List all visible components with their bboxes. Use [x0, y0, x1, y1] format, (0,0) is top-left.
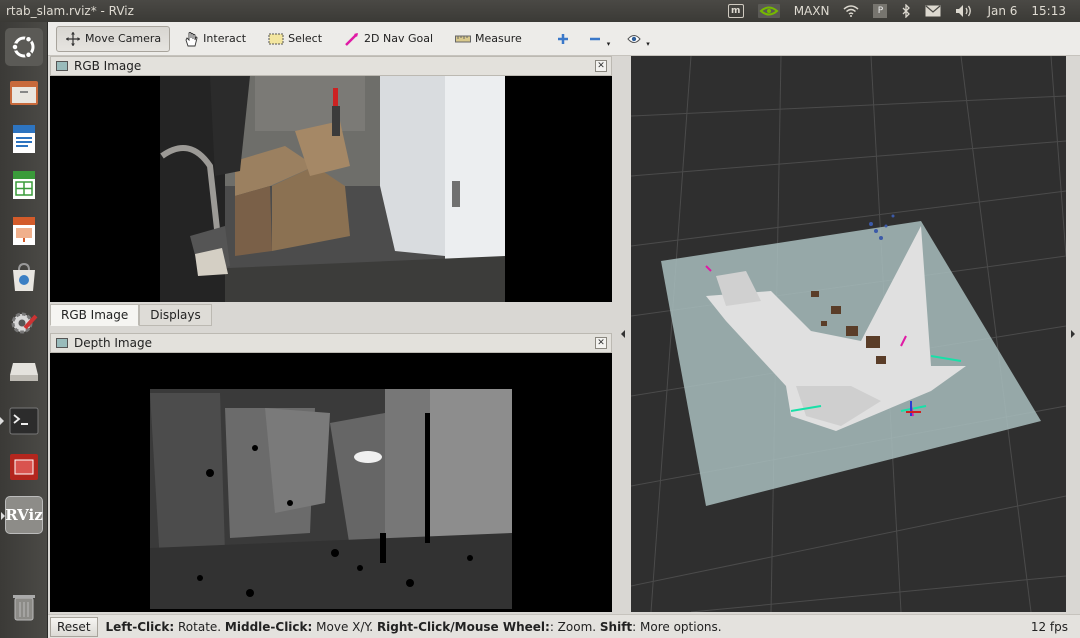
- close-icon[interactable]: ✕: [595, 60, 607, 72]
- select-icon: [268, 31, 284, 47]
- move-camera-button[interactable]: Move Camera: [56, 25, 171, 52]
- terminal-icon[interactable]: [0, 402, 43, 440]
- app-icon[interactable]: [5, 448, 43, 486]
- depth-image-panel-header: Depth Image ✕: [50, 333, 612, 353]
- power-mode-label[interactable]: MAXN: [794, 4, 830, 18]
- add-tool-button[interactable]: [549, 26, 577, 52]
- minus-icon: [587, 31, 603, 47]
- keyboard-indicator-icon[interactable]: P: [873, 4, 888, 18]
- move-camera-icon: [65, 31, 81, 47]
- tab-rgb-image[interactable]: RGB Image: [50, 304, 140, 326]
- measure-button[interactable]: Measure: [446, 26, 531, 52]
- chevron-down-icon: ▾: [606, 39, 611, 48]
- dock-splitter[interactable]: [615, 56, 629, 616]
- eye-icon: [626, 31, 642, 47]
- calc-icon[interactable]: [5, 166, 43, 204]
- writer-icon[interactable]: [5, 120, 43, 158]
- settings-icon[interactable]: [5, 304, 43, 342]
- chevron-down-icon: ▾: [646, 39, 650, 48]
- nvidia-icon[interactable]: [757, 4, 780, 18]
- mail-icon[interactable]: [925, 5, 941, 17]
- hand-icon: [183, 31, 199, 47]
- top-panel: rtab_slam.rviz* - RViz m MAXN P Jan 6 15…: [0, 0, 1080, 22]
- rviz-logo-text: RViz: [5, 506, 43, 524]
- ubuntu-dash-icon[interactable]: [5, 28, 43, 66]
- wifi-icon[interactable]: [843, 5, 859, 17]
- left-dock-tabs: RGB Image Displays: [50, 304, 212, 326]
- image-panel-icon: [56, 61, 68, 71]
- interact-button[interactable]: Interact: [174, 26, 255, 52]
- view-options-button[interactable]: ▾: [620, 26, 656, 52]
- launcher: RViz: [0, 22, 48, 638]
- indicator-im-icon[interactable]: m: [727, 4, 744, 18]
- tab-displays[interactable]: Displays: [139, 304, 212, 326]
- nav-goal-icon: [344, 31, 360, 47]
- date-label[interactable]: Jan 6: [987, 4, 1017, 18]
- trash-icon[interactable]: [5, 588, 43, 626]
- measure-label: Measure: [475, 32, 522, 45]
- volume-icon[interactable]: [955, 4, 973, 18]
- clock-label[interactable]: 15:13: [1031, 4, 1066, 18]
- nav-goal-label: 2D Nav Goal: [364, 32, 434, 45]
- reset-button[interactable]: Reset: [50, 616, 98, 637]
- move-camera-label: Move Camera: [85, 32, 162, 45]
- right-dock-splitter[interactable]: [1066, 56, 1080, 612]
- window-title: rtab_slam.rviz* - RViz: [6, 4, 134, 18]
- rgb-image-view[interactable]: [50, 76, 612, 302]
- depth-image-view[interactable]: [50, 353, 612, 612]
- remove-tool-button[interactable]: ▾: [581, 26, 617, 52]
- camera-hint: Left-Click: Rotate. Middle-Click: Move X…: [105, 619, 722, 634]
- system-tray: m MAXN P Jan 6 15:13: [727, 4, 1080, 18]
- bluetooth-icon[interactable]: [901, 4, 911, 18]
- fps-counter: 12 fps: [1030, 619, 1068, 634]
- rviz-icon[interactable]: RViz: [1, 496, 43, 534]
- plus-icon: [555, 31, 571, 47]
- collapse-right-icon[interactable]: [1071, 330, 1075, 338]
- drive-icon[interactable]: [5, 352, 43, 390]
- interact-label: Interact: [203, 32, 247, 45]
- rviz-toolbar: Move Camera Interact Select 2D Nav Goal …: [48, 22, 1080, 56]
- close-icon[interactable]: ✕: [595, 337, 607, 349]
- select-button[interactable]: Select: [259, 26, 331, 52]
- collapse-left-icon[interactable]: [621, 330, 625, 338]
- 3d-view[interactable]: [631, 56, 1066, 612]
- select-label: Select: [288, 32, 323, 45]
- depth-panel-title: Depth Image: [74, 336, 152, 350]
- image-panel-icon: [56, 338, 68, 348]
- files-icon[interactable]: [5, 74, 43, 112]
- nav-goal-button[interactable]: 2D Nav Goal: [335, 26, 442, 52]
- rgb-panel-title: RGB Image: [74, 59, 142, 73]
- ruler-icon: [455, 31, 472, 47]
- rgb-image-panel-header: RGB Image ✕: [50, 56, 612, 76]
- impress-icon[interactable]: [5, 212, 43, 250]
- status-bar: Reset Left-Click: Rotate. Middle-Click: …: [48, 614, 1080, 638]
- software-center-icon[interactable]: [5, 258, 43, 296]
